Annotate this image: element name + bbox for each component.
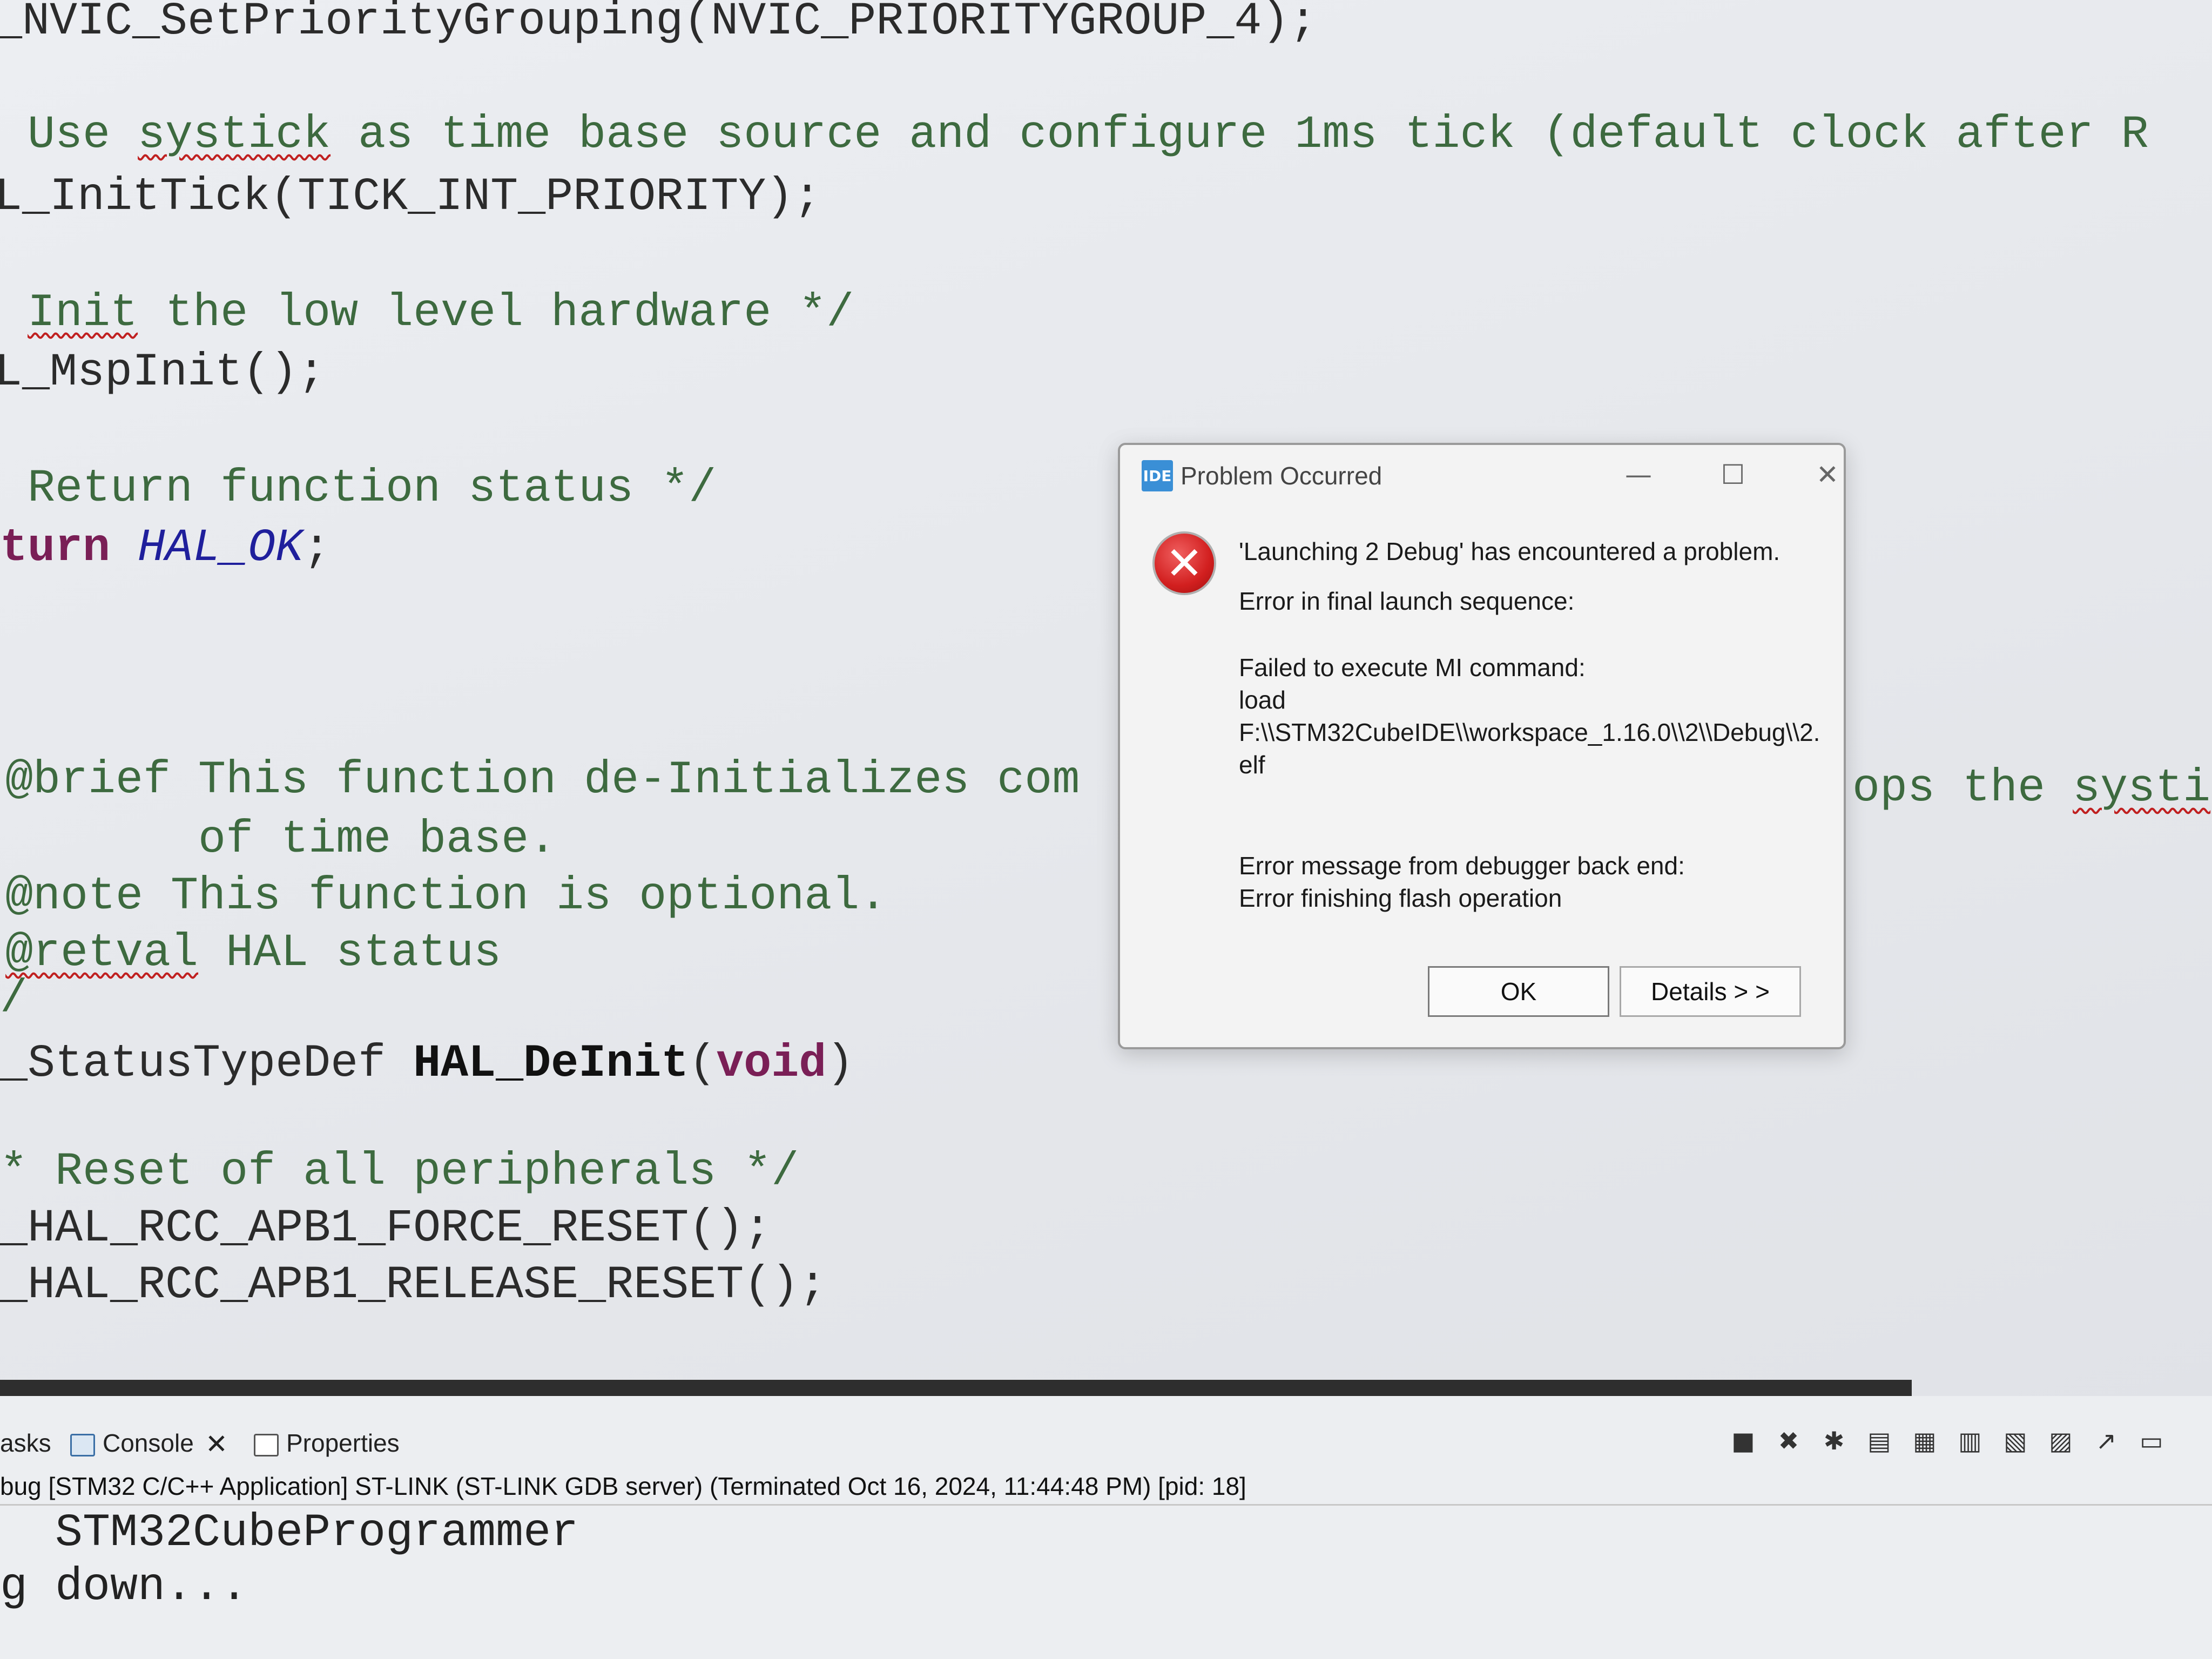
code-token: ( [689, 1037, 717, 1090]
console-status-line: bug [STM32 C/C++ Application] ST-LINK (S… [0, 1472, 1246, 1500]
error-message-backend: Error message from debugger back end: [1239, 852, 1685, 880]
code-token: _HAL_RCC_APB1_FORCE_RESET(); [0, 1202, 772, 1255]
code-token: Return function status */ [0, 462, 717, 515]
maximize-button[interactable]: ☐ [1711, 456, 1755, 494]
code-token: Use [0, 109, 138, 161]
code-line: ops the systi [1852, 761, 2210, 815]
code-token: HAL_OK [138, 522, 304, 574]
remove-launch-icon[interactable]: ✖ [1773, 1426, 1804, 1456]
minimize-button[interactable]: — [1617, 456, 1660, 494]
pin-icon[interactable]: ▥ [1955, 1426, 1985, 1456]
code-editor[interactable]: _NVIC_SetPriorityGrouping(NVIC_PRIORITYG… [0, 0, 2212, 1382]
code-token: HAL status [198, 927, 502, 979]
code-token: ) [826, 1037, 854, 1090]
error-icon: ✕ [1152, 531, 1216, 595]
error-message-mi: Failed to execute MI command: [1239, 653, 1586, 682]
open-console-icon[interactable]: ▨ [2046, 1426, 2076, 1456]
code-token: systi [2073, 762, 2211, 814]
code-line: Use systick as time base source and conf… [0, 108, 2149, 162]
tab-properties-label: Properties [286, 1429, 400, 1457]
stop-icon[interactable]: ■ [1728, 1426, 1758, 1456]
error-message-flash: Error finishing flash operation [1239, 884, 1562, 912]
code-line: _StatusTypeDef HAL_DeInit(void) [0, 1037, 854, 1091]
code-token: ; [303, 522, 331, 574]
scroll-lock-icon[interactable]: ▤ [1864, 1426, 1894, 1456]
code-line: / [0, 972, 28, 1026]
display-console-icon[interactable]: ▧ [2000, 1426, 2031, 1456]
ide-app-icon: IDE [1142, 460, 1173, 491]
panel-separator [0, 1504, 2212, 1506]
code-line: Init the low level hardware */ [0, 286, 854, 340]
console-output-line: g down... [0, 1561, 248, 1613]
problem-dialog: IDE Problem Occurred — ☐ ✕ ✕ 'Launching … [1118, 443, 1846, 1049]
code-line: of time base. [5, 813, 556, 867]
code-token: L_MspInit(); [0, 346, 326, 399]
code-line: L_MspInit(); [0, 346, 325, 400]
code-line: Return function status */ [0, 462, 716, 516]
code-token: Init [28, 287, 138, 339]
properties-icon [254, 1433, 279, 1456]
error-message-title: 'Launching 2 Debug' has encountered a pr… [1239, 537, 1781, 565]
dialog-title: Problem Occurred [1181, 462, 1382, 490]
code-token: / [0, 973, 28, 1025]
code-token: void [716, 1037, 827, 1090]
code-token: HAL_DeInit [413, 1037, 689, 1090]
remove-all-icon[interactable]: ✱ [1819, 1426, 1849, 1456]
panel-tabbar: asks Console ✕ Properties ■ ✖ ✱ ▤ ▦ ▥ ▧ ▨ ↗ ▭ [0, 1396, 2212, 1461]
code-token: systick [138, 109, 331, 161]
code-line: @note This function is optional. [5, 869, 887, 923]
dialog-titlebar[interactable]: IDE Problem Occurred — ☐ ✕ [1120, 445, 1844, 499]
tab-console[interactable]: Console [70, 1428, 194, 1458]
error-message-path: F:\\STM32CubeIDE\\workspace_1.16.0\\2\\D… [1239, 718, 1820, 746]
error-message-load: load [1239, 686, 1286, 714]
code-token: @note This function is optional. [5, 870, 887, 922]
code-line: _HAL_RCC_APB1_FORCE_RESET(); [0, 1202, 771, 1256]
error-message-elf: elf [1239, 751, 1265, 779]
ok-button[interactable]: OK [1428, 966, 1609, 1017]
code-token: L_InitTick(TICK_INT_PRIORITY); [0, 171, 821, 223]
panel-splitter[interactable] [0, 1380, 1912, 1396]
code-token: @brief This function de-Initializes com [5, 754, 1080, 806]
word-wrap-icon[interactable]: ▦ [1910, 1426, 1940, 1456]
code-token: of time base. [5, 813, 557, 866]
console-output-line: STM32CubeProgrammer [0, 1507, 579, 1559]
code-line: @retval HAL status [5, 926, 501, 980]
code-token: as time base source and configure 1ms ti… [331, 109, 2149, 161]
details-button[interactable]: Details > > [1620, 966, 1801, 1017]
code-token: turn [0, 522, 138, 574]
tab-console-close-icon[interactable]: ✕ [205, 1428, 228, 1460]
code-line: turn HAL_OK; [0, 521, 331, 575]
code-token: * Reset of all peripherals */ [0, 1145, 799, 1198]
error-message-sequence: Error in final launch sequence: [1239, 587, 1575, 615]
code-token: _NVIC_SetPriorityGrouping(NVIC_PRIORITYG… [0, 0, 1317, 48]
view-menu-icon[interactable]: ▭ [2136, 1426, 2167, 1456]
close-button[interactable]: ✕ [1806, 456, 1849, 494]
console-panel: asks Console ✕ Properties ■ ✖ ✱ ▤ ▦ ▥ ▧ ▨ ↗ ▭ bug… [0, 1396, 2212, 1659]
tab-console-label: Console [103, 1429, 194, 1457]
code-token: the low level hardware */ [138, 287, 854, 339]
code-line: @brief This function de-Initializes com [5, 753, 1080, 807]
code-line: * Reset of all peripherals */ [0, 1145, 799, 1199]
code-token: _HAL_RCC_APB1_RELEASE_RESET(); [0, 1259, 827, 1311]
code-token: _StatusTypeDef [0, 1037, 414, 1090]
code-line: L_InitTick(TICK_INT_PRIORITY); [0, 170, 821, 224]
code-line: _NVIC_SetPriorityGrouping(NVIC_PRIORITYG… [0, 0, 1317, 49]
code-line: _HAL_RCC_APB1_RELEASE_RESET(); [0, 1258, 826, 1312]
code-token: @retval [5, 927, 199, 979]
tab-tasks[interactable]: asks [0, 1428, 51, 1458]
new-console-icon[interactable]: ↗ [2091, 1426, 2121, 1456]
code-token: ops the [1852, 762, 2073, 814]
tab-properties[interactable]: Properties [254, 1428, 400, 1458]
console-icon [70, 1433, 95, 1456]
